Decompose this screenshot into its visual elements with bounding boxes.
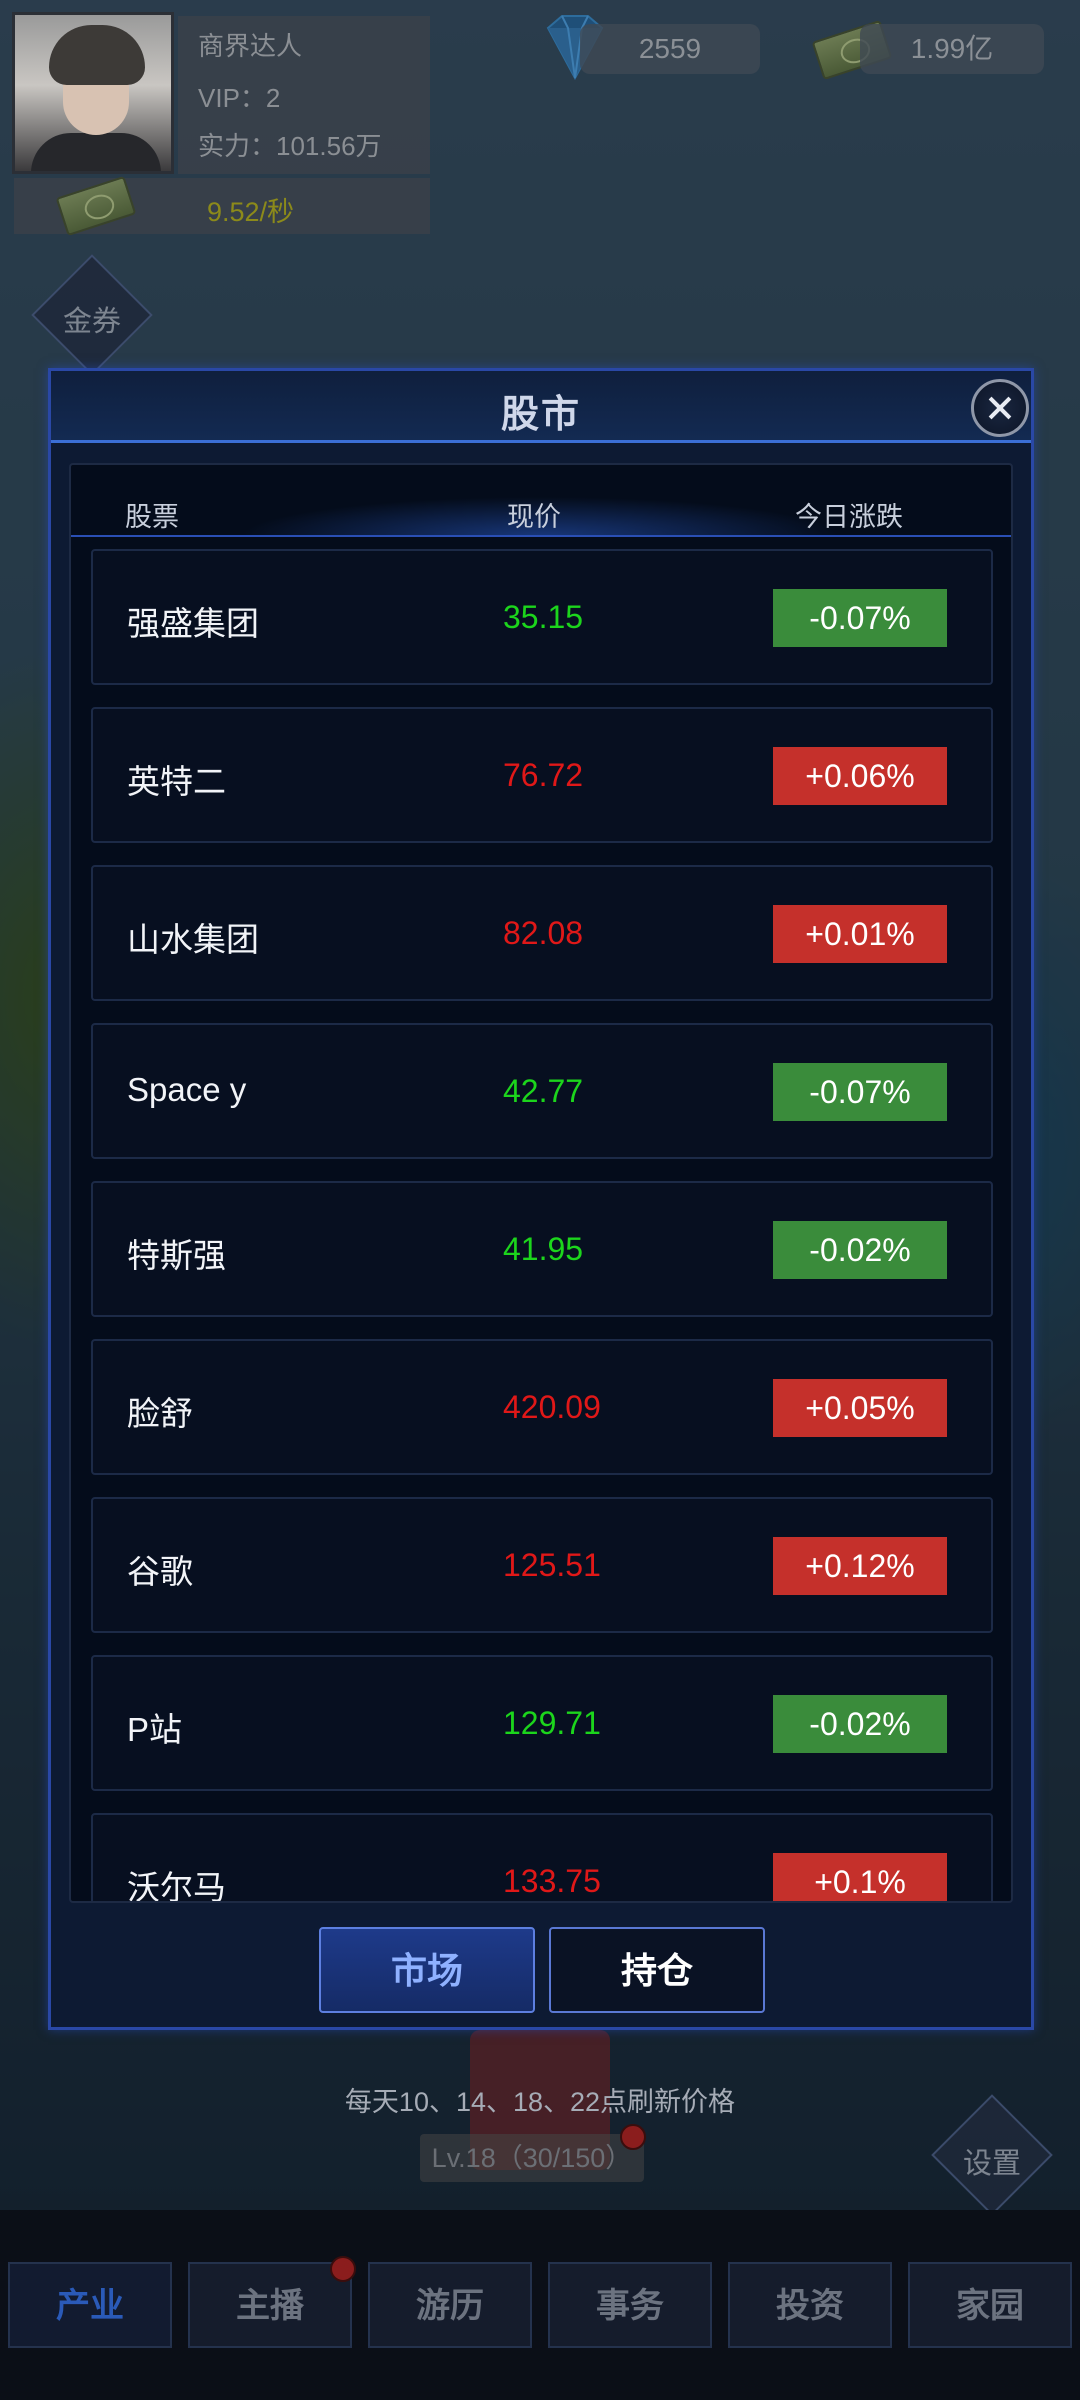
- column-stock: 股票: [125, 502, 179, 532]
- stock-row[interactable]: 强盛集团 35.15 -0.07%: [91, 549, 993, 685]
- income-rate: 9.52/秒: [207, 197, 295, 227]
- stock-name: P站: [127, 1711, 183, 1748]
- level-progress: Lv.18（30/150）: [420, 2134, 644, 2182]
- stock-price: 420.09: [503, 1389, 601, 1425]
- stock-name: 强盛集团: [127, 605, 259, 642]
- stock-name: 谷歌: [127, 1553, 193, 1590]
- close-button[interactable]: [971, 379, 1029, 437]
- column-change: 今日涨跌: [795, 502, 903, 532]
- player-avatar[interactable]: [12, 12, 174, 174]
- stock-price: 42.77: [503, 1073, 584, 1109]
- stock-name: 特斯强: [127, 1237, 226, 1274]
- stock-name: Space y: [127, 1071, 247, 1108]
- stock-row[interactable]: P站 129.71 -0.02%: [91, 1655, 993, 1791]
- stock-name: 沃尔马: [127, 1869, 226, 1903]
- player-vip: VIP：2: [198, 83, 281, 113]
- player-power: 实力：101.56万: [198, 131, 382, 161]
- stock-price: 129.71: [503, 1705, 601, 1741]
- stock-change-badge: +0.01%: [773, 905, 947, 963]
- price-refresh-note: 每天10、14、18、22点刷新价格: [344, 2087, 736, 2117]
- stock-change-badge: -0.07%: [773, 589, 947, 647]
- stock-name: 山水集团: [127, 921, 259, 958]
- avatar-suit: [31, 133, 161, 171]
- stock-change-badge: -0.02%: [773, 1695, 947, 1753]
- cash-stack-icon: [55, 175, 137, 237]
- stock-row[interactable]: 英特二 76.72 +0.06%: [91, 707, 993, 843]
- income-rate-panel: 9.52/秒: [14, 175, 430, 237]
- nav-invest[interactable]: 投资: [728, 2262, 892, 2348]
- stock-change-badge: +0.1%: [773, 1853, 947, 1901]
- stock-list-panel[interactable]: 股票 现价 今日涨跌 强盛集团 35.15 -0.07% 英特二 76.72 +…: [69, 463, 1013, 1903]
- stock-row[interactable]: 脸舒 420.09 +0.05%: [91, 1339, 993, 1475]
- stock-change-badge: +0.06%: [773, 747, 947, 805]
- stock-change-badge: -0.07%: [773, 1063, 947, 1121]
- cash-count[interactable]: 1.99亿: [860, 24, 1044, 74]
- bottom-navigation: 产业 主播 游历 事务 投资 家园: [0, 2210, 1080, 2400]
- nav-travel[interactable]: 游历: [368, 2262, 532, 2348]
- stock-price: 82.08: [503, 915, 584, 951]
- player-title: 商界达人: [198, 31, 303, 61]
- stock-change-badge: +0.05%: [773, 1379, 947, 1437]
- stock-name: 英特二: [127, 763, 226, 800]
- stock-price: 133.75: [503, 1863, 601, 1899]
- nav-affairs[interactable]: 事务: [548, 2262, 712, 2348]
- stock-row[interactable]: 谷歌 125.51 +0.12%: [91, 1497, 993, 1633]
- stock-price: 76.72: [503, 757, 584, 793]
- stock-price: 35.15: [503, 599, 584, 635]
- coupon-button-label: 金券: [62, 306, 121, 338]
- avatar-hair: [49, 25, 145, 85]
- streamer-notification-dot: [330, 2256, 356, 2282]
- stock-name: 脸舒: [127, 1395, 193, 1432]
- settings-button-label: 设置: [962, 2148, 1021, 2180]
- nav-industry[interactable]: 产业: [8, 2262, 172, 2348]
- stock-change-badge: +0.12%: [773, 1537, 947, 1595]
- stock-price: 125.51: [503, 1547, 601, 1583]
- stock-change-badge: -0.02%: [773, 1221, 947, 1279]
- column-price: 现价: [507, 502, 561, 532]
- stock-row[interactable]: 沃尔马 133.75 +0.1%: [91, 1813, 993, 1903]
- player-info-panel: 商界达人 VIP：2 实力：101.56万: [178, 16, 430, 174]
- stock-table-header: 股票 现价 今日涨跌: [71, 465, 1011, 537]
- nav-home[interactable]: 家园: [908, 2262, 1072, 2348]
- dialog-header: 股市: [51, 371, 1031, 443]
- tab-holdings[interactable]: 持仓: [549, 1927, 765, 2013]
- diamond-count[interactable]: 2559: [580, 24, 760, 74]
- stock-row[interactable]: 山水集团 82.08 +0.01%: [91, 865, 993, 1001]
- stock-price: 41.95: [503, 1231, 584, 1267]
- dialog-title: 股市: [500, 394, 581, 436]
- tab-market[interactable]: 市场: [319, 1927, 535, 2013]
- notification-dot: [620, 2124, 646, 2150]
- nav-streamer[interactable]: 主播: [188, 2262, 352, 2348]
- stock-row[interactable]: 特斯强 41.95 -0.02%: [91, 1181, 993, 1317]
- stock-market-dialog: 股市 股票 现价 今日涨跌 强盛集团 35.15 -0.07% 英特二 76.7…: [48, 368, 1034, 2030]
- stock-row[interactable]: Space y 42.77 -0.07%: [91, 1023, 993, 1159]
